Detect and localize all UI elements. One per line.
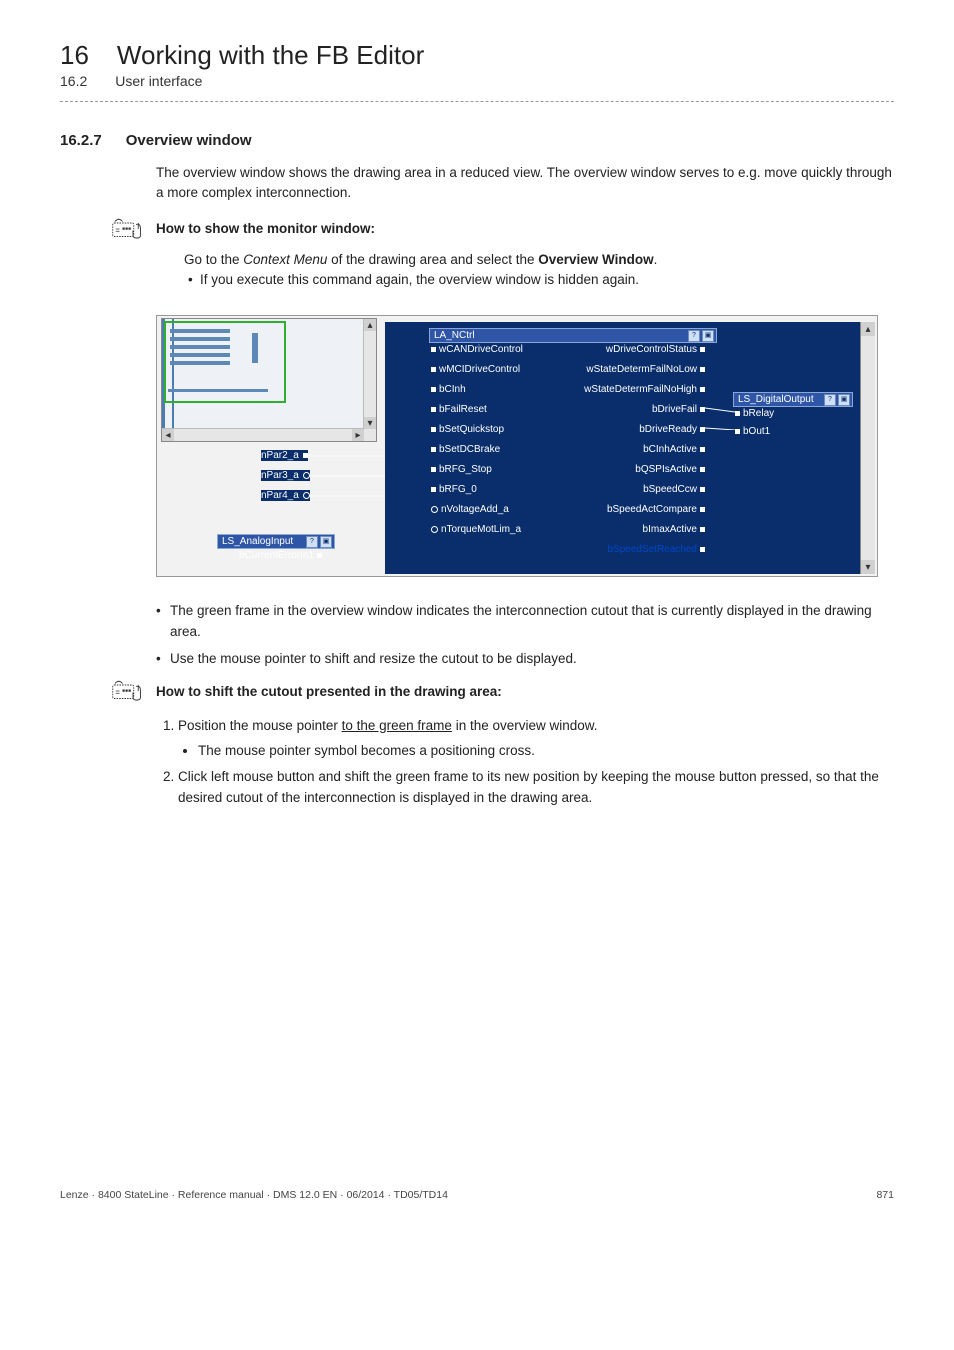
howto1-step-end: .	[654, 252, 658, 267]
howto1-substep: If you execute this command again, the o…	[200, 270, 894, 291]
port-in: wMCIDriveControl	[431, 364, 520, 375]
footer-left: Lenze · 8400 StateLine · Reference manua…	[60, 1189, 448, 1201]
port-in: nVoltageAdd_a	[431, 504, 509, 515]
port-in: bCInh	[431, 384, 466, 395]
howto2-step1: Position the mouse pointer to the green …	[178, 716, 894, 762]
scroll-up-icon[interactable]: ▴	[861, 322, 875, 336]
bullet-item: The green frame in the overview window i…	[156, 601, 894, 643]
bullet-item: Use the mouse pointer to shift and resiz…	[156, 649, 894, 670]
block-ls-digitaloutput[interactable]: LS_DigitalOutput ? ▣	[733, 392, 853, 407]
port-out: bCInhActive	[629, 444, 705, 455]
drawing-area[interactable]: LA_NCtrl ? ▣ wCANDriveControl wMCIDriveC…	[385, 322, 875, 574]
overview-mini-window[interactable]: ▴ ▾ ◂ ▸	[161, 318, 377, 442]
overview-green-frame[interactable]	[164, 321, 286, 403]
goto-icon[interactable]: ▣	[702, 330, 714, 342]
port-in: bOut1	[735, 426, 770, 437]
footer-page-number: 871	[876, 1189, 894, 1201]
port-in: wCANDriveControl	[431, 344, 523, 355]
help-icon[interactable]: ?	[824, 394, 836, 406]
port-out: wStateDetermFailNoLow	[575, 364, 705, 375]
howto1-step-em: Context Menu	[243, 252, 327, 267]
port-out: bQSPIsActive	[625, 464, 705, 475]
chapter-number: 16	[60, 40, 89, 71]
port-in: bFailReset	[431, 404, 487, 415]
port-out: bSpeedCcw	[633, 484, 705, 495]
section-subtitle: User interface	[115, 73, 202, 89]
subsection-number: 16.2.7	[60, 132, 102, 149]
mouse-icon	[112, 218, 148, 240]
block-la-nctrl[interactable]: LA_NCtrl ? ▣	[429, 328, 717, 343]
block-ls-digitaloutput-label: LS_DigitalOutput	[738, 394, 814, 405]
howto1-step-pre: Go to the	[184, 252, 243, 267]
overview-scrollbar-corner	[364, 429, 376, 441]
section-number: 16.2	[60, 73, 87, 89]
subsection-title: Overview window	[126, 132, 252, 149]
port-in: bRFG_0	[431, 484, 477, 495]
howto2-step1-post: in the overview window.	[452, 718, 598, 733]
howto1-step: Go to the Context Menu of the drawing ar…	[184, 250, 894, 271]
intro-paragraph: The overview window shows the drawing ar…	[156, 163, 894, 204]
howto2-step1-underline: to the green frame	[342, 718, 452, 733]
port-out: bCurrentErrorIn1	[239, 550, 322, 561]
scroll-left-icon[interactable]: ◂	[162, 429, 174, 441]
wire	[705, 404, 735, 430]
screenshot-figure: ▴ ▾ ◂ ▸ LA_NCtrl ? ▣ wCANDriveControl wM…	[156, 315, 878, 577]
port-out: bDriveFail	[633, 404, 705, 415]
wire-bundle	[309, 450, 389, 550]
mouse-icon	[112, 680, 148, 702]
chapter-title: Working with the FB Editor	[117, 40, 424, 71]
port-out: bSpeedActCompare	[599, 504, 705, 515]
block-ls-analoginput-label: LS_AnalogInput	[222, 536, 293, 547]
port-out: wDriveControlStatus	[585, 344, 705, 355]
param-label: nPar2_a	[261, 450, 308, 461]
help-icon[interactable]: ?	[688, 330, 700, 342]
howto2-step1-pre: Position the mouse pointer	[178, 718, 342, 733]
block-la-nctrl-label: LA_NCtrl	[434, 330, 475, 341]
scroll-right-icon[interactable]: ▸	[352, 429, 364, 441]
port-out: bSpeedSetReached	[607, 544, 705, 555]
port-in: bRelay	[735, 408, 774, 419]
howto1-step-bold: Overview Window	[538, 252, 653, 267]
howto-heading: How to show the monitor window:	[156, 221, 375, 236]
divider	[60, 101, 894, 102]
port-out: bImaxActive	[631, 524, 705, 535]
goto-icon[interactable]: ▣	[838, 394, 850, 406]
port-in: nTorqueMotLim_a	[431, 524, 521, 535]
param-label: nPar4_a	[261, 490, 310, 501]
drawing-scrollbar-vertical[interactable]: ▴ ▾	[860, 322, 875, 574]
scroll-up-icon[interactable]: ▴	[364, 319, 376, 331]
port-out: bDriveReady	[625, 424, 705, 435]
howto1-step-mid: of the drawing area and select the	[327, 252, 538, 267]
howto-heading: How to shift the cutout presented in the…	[156, 684, 502, 699]
scroll-down-icon[interactable]: ▾	[364, 417, 376, 429]
port-in: bSetQuickstop	[431, 424, 504, 435]
scroll-down-icon[interactable]: ▾	[861, 560, 875, 574]
overview-scrollbar-horizontal[interactable]: ◂ ▸	[162, 428, 364, 441]
port-link[interactable]: bSpeedSetReached	[607, 544, 697, 555]
port-out: wStateDetermFailNoHigh	[575, 384, 705, 395]
overview-scrollbar-vertical[interactable]: ▴ ▾	[363, 319, 376, 429]
param-label: nPar3_a	[261, 470, 310, 481]
howto2-step2: Click left mouse button and shift the gr…	[178, 767, 894, 809]
port-in: bSetDCBrake	[431, 444, 500, 455]
port-in: bRFG_Stop	[431, 464, 492, 475]
howto2-step1-sub: The mouse pointer symbol becomes a posit…	[198, 741, 894, 762]
